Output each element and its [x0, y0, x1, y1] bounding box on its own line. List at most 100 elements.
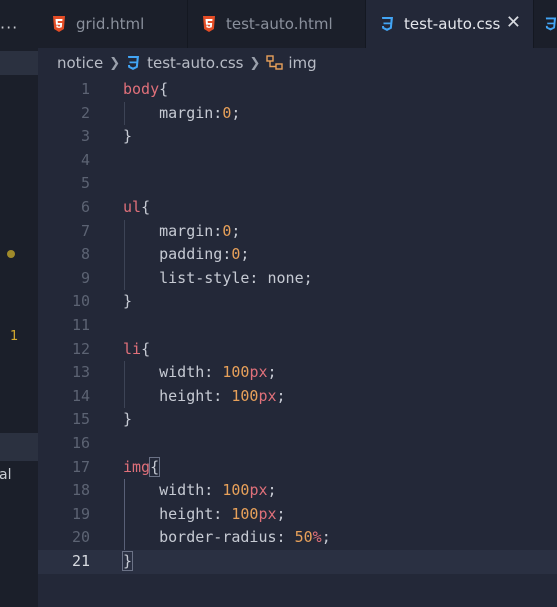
css-number: 100 [222, 481, 250, 500]
line-number: 5 [80, 174, 90, 193]
code-line[interactable]: 7 margin:0; [38, 220, 557, 244]
code-token: } [123, 127, 133, 146]
line-number: 16 [71, 434, 90, 452]
code-line[interactable]: 9 list-style: none; [38, 267, 557, 291]
line-number: 10 [71, 292, 90, 311]
line-number: 21 [71, 552, 90, 570]
code-line[interactable]: 18 width: 100px; [38, 479, 557, 503]
line-number: 6 [80, 198, 90, 216]
code-token: ; [240, 245, 250, 264]
line-number: 15 [71, 410, 90, 429]
code-line[interactable]: 6 ul{ [38, 196, 557, 220]
code-token: ; [276, 386, 286, 405]
matched-bracket: } [121, 551, 134, 571]
code-line[interactable]: 12 li{ [38, 338, 557, 362]
css-selector: img [123, 457, 151, 476]
code-line[interactable]: 17 img{ [38, 456, 557, 480]
code-token: ; [231, 103, 241, 122]
tab-test-auto-html[interactable]: test-auto.html [188, 0, 366, 48]
code-editor[interactable]: 1 body{2 margin:0; 3} 4 5 6 ul{7 margin:0; 8 pa… [38, 78, 557, 607]
css-number: 100 [222, 363, 250, 382]
code-line[interactable]: 1 body{ [38, 78, 557, 102]
code-text: } [123, 290, 132, 314]
code-text: } [123, 125, 132, 149]
code-text: height: 100px; [123, 385, 286, 409]
code-token: ; [321, 528, 331, 547]
breadcrumb: notice ❯ test-auto.css ❯ img [38, 48, 557, 78]
css-unit: px [258, 386, 277, 405]
code-token: width: [123, 363, 223, 382]
code-line[interactable]: 15} [38, 408, 557, 432]
editor-tab-bar: grid.html test-auto.html test-auto.css ✕ [38, 0, 557, 48]
css-number: 100 [231, 504, 259, 523]
line-number: 9 [80, 268, 90, 287]
code-line[interactable]: 11 [38, 314, 557, 338]
breadcrumb-file[interactable]: test-auto.css [147, 54, 243, 72]
code-text: margin:0; [123, 220, 240, 244]
code-token: padding: [123, 245, 232, 264]
code-line[interactable]: 14 height: 100px; [38, 385, 557, 409]
breadcrumb-folder[interactable]: notice [57, 54, 103, 72]
line-number: 13 [71, 363, 90, 382]
code-text: img{ [123, 456, 161, 480]
code-token: border-radius: [123, 528, 295, 547]
code-line[interactable]: 21} [38, 550, 557, 574]
matched-bracket: { [149, 456, 161, 477]
code-line[interactable]: 10} [38, 290, 557, 314]
code-token: { [141, 198, 151, 216]
tab-grid-html[interactable]: grid.html [38, 0, 188, 48]
code-line[interactable]: 2 margin:0; [38, 102, 557, 126]
css-unit: px [249, 363, 268, 382]
tab-test-auto-css[interactable]: test-auto.css ✕ [366, 0, 534, 48]
code-text: width: 100px; [123, 361, 276, 385]
code-token: ; [267, 481, 277, 500]
code-text: li{ [123, 338, 150, 362]
explorer-item-label[interactable]: al [0, 467, 11, 483]
code-line[interactable]: 4 [38, 149, 557, 173]
line-number: 17 [71, 457, 90, 476]
css3-icon [128, 56, 140, 70]
close-tab-icon[interactable]: ✕ [506, 14, 521, 32]
css-unit: px [249, 481, 268, 500]
code-token: height: [123, 504, 232, 523]
code-token: margin: [123, 103, 223, 122]
code-text: body{ [123, 78, 168, 102]
code-line[interactable]: 13 width: 100px; [38, 361, 557, 385]
line-number: 8 [80, 245, 90, 264]
tab-overflow[interactable] [534, 0, 557, 48]
code-token: margin: [123, 221, 223, 240]
code-token: ; [276, 504, 286, 523]
code-text: padding:0; [123, 243, 249, 267]
html5-icon [203, 16, 215, 32]
line-number: 2 [80, 103, 90, 122]
code-line[interactable]: 8 padding:0; [38, 243, 557, 267]
chevron-right-icon: ❯ [109, 55, 121, 71]
line-number: 7 [80, 221, 90, 240]
code-line[interactable]: 16 [38, 432, 557, 456]
code-token: height: [123, 386, 232, 405]
line-number: 1 [80, 80, 90, 98]
css-number: 50 [294, 528, 313, 547]
css-unit: px [258, 504, 277, 523]
code-token: width: [123, 481, 223, 500]
tab-label: test-auto.css [404, 15, 501, 33]
breadcrumb-symbol[interactable]: img [288, 54, 316, 72]
explorer-selected-row[interactable] [0, 51, 38, 75]
chevron-right-icon: ❯ [249, 55, 261, 71]
css-unit: % [312, 528, 322, 547]
code-token: { [141, 339, 151, 358]
problem-count-badge: 1 [10, 329, 19, 344]
more-actions-icon[interactable]: ··· [0, 18, 18, 37]
code-text: margin:0; [123, 102, 240, 126]
line-number: 11 [71, 316, 90, 334]
tab-label: grid.html [76, 15, 145, 33]
code-line[interactable]: 19 height: 100px; [38, 503, 557, 527]
code-token: } [123, 292, 133, 311]
code-line[interactable]: 3} [38, 125, 557, 149]
line-number: 3 [80, 127, 90, 146]
css3-icon [382, 17, 393, 31]
explorer-hover-row[interactable] [0, 433, 38, 461]
code-text: height: 100px; [123, 503, 286, 527]
code-line[interactable]: 20 border-radius: 50%; [38, 526, 557, 550]
code-line[interactable]: 5 [38, 172, 557, 196]
